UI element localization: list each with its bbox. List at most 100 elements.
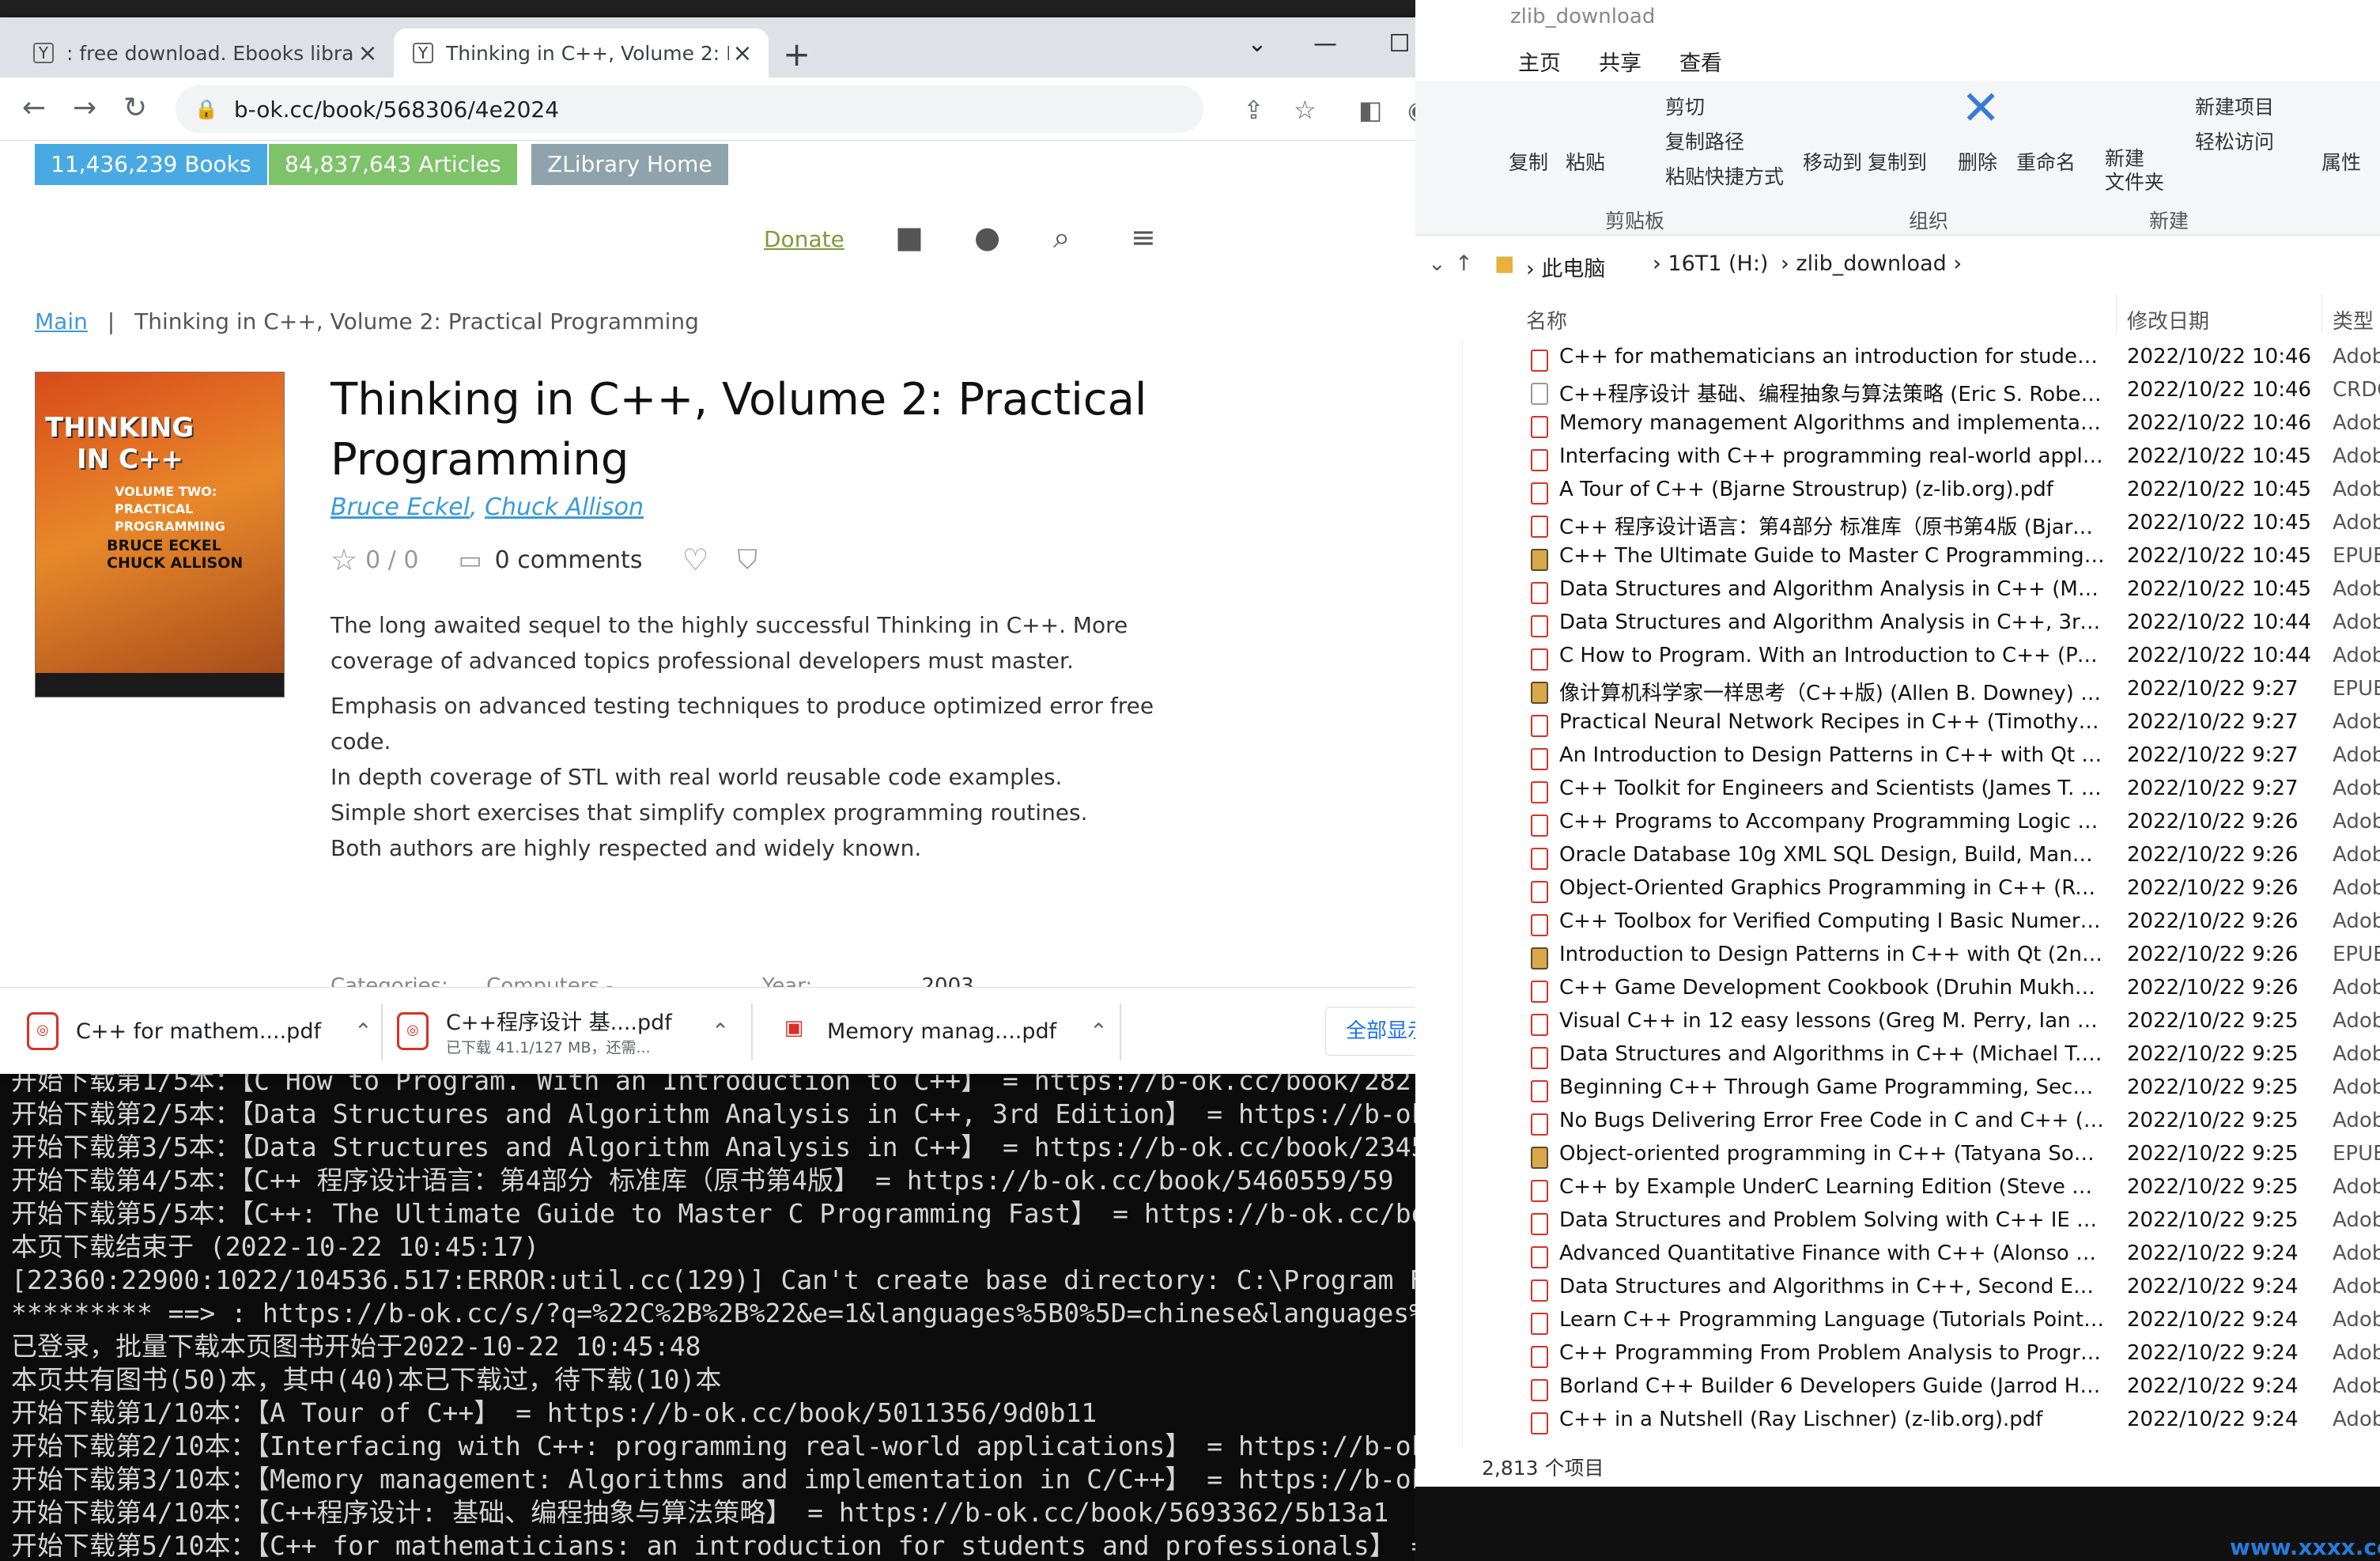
bookmark-star-icon[interactable]: ☆ [1294,95,1317,125]
close-tab-icon[interactable]: × [354,40,381,67]
tab-zlibrary-search[interactable]: Y : free download. Ebooks library × [14,28,394,77]
user-icon[interactable]: ● [974,220,1000,255]
rename-button[interactable]: 重命名 [2016,147,2076,176]
copy-button[interactable]: 复制 [1509,147,1548,176]
column-date-modified[interactable]: 修改日期 [2127,305,2209,334]
file-row[interactable]: C++ 程序设计语言：第4部分 标准库（原书第4版 (Bjarne Stro..… [1415,511,2380,544]
file-row[interactable]: 像计算机科学家一样思考（C++版) (Allen B. Downey) (z-l… [1415,677,2380,710]
new-item-button[interactable]: 新建项目 [2195,92,2274,120]
easy-access-button[interactable]: 轻松访问 [2195,127,2274,155]
cut-button[interactable]: 剪切 [1665,92,1705,120]
address-bar[interactable]: 🔒 b-ok.cc/book/568306/4e2024 [176,85,1203,133]
explorer-address-bar[interactable]: ⌄ ↑ ■ › 此电脑 › 16T1 (H:) › zlib_download … [1415,242,2380,288]
donate-link[interactable]: Donate [764,226,844,252]
move-to-button[interactable]: 移动到 [1803,147,1862,176]
file-row[interactable]: Visual C++ in 12 easy lessons (Greg M. P… [1415,1009,2380,1042]
ribbon-tab-home[interactable]: 主页 [1518,46,1561,77]
file-row[interactable]: C++ The Ultimate Guide to Master C Progr… [1415,544,2380,577]
download-item-in-progress[interactable]: ◎ C++程序设计 基....pdf 已下载 41.1/127 MB，还需...… [397,999,729,1064]
lock-icon[interactable]: 🔒 [195,98,218,120]
chevron-up-icon[interactable]: ⌃ [1090,1019,1108,1044]
breadcrumb-main-link[interactable]: Main [35,308,88,334]
back-icon[interactable]: ← [22,92,46,124]
bookmark-icon[interactable]: ⛉ [738,544,758,576]
categories-value[interactable]: Computers - [486,974,613,987]
reload-icon[interactable]: ↻ [123,92,147,124]
comments-count[interactable]: 0 comments [495,546,643,574]
heart-icon[interactable]: ♡ [682,542,708,577]
download-item[interactable]: ◎ C++ for mathem....pdf ⌃ [27,999,372,1064]
file-row[interactable]: Interfacing with C++ programming real-wo… [1415,444,2380,478]
chevron-down-icon[interactable]: ⌄ [1428,251,1446,276]
file-row[interactable]: Object-oriented programming in C++ (Taty… [1415,1142,2380,1175]
file-row[interactable]: Practical Neural Network Recipes in C++ … [1415,710,2380,743]
chevron-up-icon[interactable]: ⌃ [712,1019,730,1044]
file-row[interactable]: Learn C++ Programming Language (Tutorial… [1415,1308,2380,1341]
star-icon[interactable]: ☆ [331,542,357,577]
comment-icon[interactable]: ▭ [458,545,482,575]
new-tab-button[interactable]: + [783,35,810,74]
zlib-favicon-icon: Y [413,43,433,63]
new-folder-button[interactable]: 新建 文件夹 [2105,147,2164,195]
file-row[interactable]: An Introduction to Design Patterns in C+… [1415,743,2380,777]
file-row[interactable]: C++ Game Development Cookbook (Druhin Mu… [1415,976,2380,1009]
minimize-button[interactable]: — [1294,30,1357,58]
copy-to-button[interactable]: 复制到 [1868,147,1927,176]
file-row[interactable]: Memory management Algorithms and impleme… [1415,411,2380,444]
search-icon[interactable]: ⌕ [1053,220,1070,255]
paste-button[interactable]: 粘贴 [1566,147,1605,176]
books-count-badge[interactable]: 11,436,239 Books [35,144,267,185]
column-type[interactable]: 类型 [2333,305,2374,334]
file-row[interactable]: Introduction to Design Patterns in C++ w… [1415,943,2380,976]
file-row[interactable]: Advanced Quantitative Finance with C++ (… [1415,1242,2380,1275]
file-row[interactable]: Borland C++ Builder 6 Developers Guide (… [1415,1374,2380,1408]
paste-shortcut-button[interactable]: 粘贴快捷方式 [1665,161,1784,190]
delete-button[interactable]: 删除 [1958,147,1997,176]
file-row[interactable]: Data Structures and Algorithms in C++ (M… [1415,1042,2380,1075]
column-name[interactable]: 名称 [1526,305,1567,334]
file-row[interactable]: C++ Programs to Accompany Programming Lo… [1415,810,2380,843]
console-window[interactable]: 开始下载第1/5本：【C How to Program. With an Int… [0,1060,1415,1561]
side-panel-icon[interactable]: ◧ [1358,95,1382,125]
tab-search-chevron-icon[interactable]: ⌄ [1226,30,1289,58]
forward-icon[interactable]: → [73,92,96,124]
author-link[interactable]: Chuck Allison [485,493,644,521]
ribbon-tab-view[interactable]: 查看 [1679,46,1722,77]
file-row[interactable]: C++ by Example UnderC Learning Edition (… [1415,1175,2380,1208]
file-row[interactable]: No Bugs Delivering Error Free Code in C … [1415,1109,2380,1142]
properties-button[interactable]: 属性 [2321,147,2361,176]
download-item[interactable]: ▣ Memory manag....pdf ⌃ [778,999,1108,1064]
book-cover-image[interactable]: THINKING IN C++ VOLUME TWO: PRACTICAL PRO… [35,372,285,697]
path-segment[interactable]: › zlib_download › [1781,251,1962,276]
copy-path-button[interactable]: 复制路径 [1665,127,1744,155]
file-row[interactable]: Data Structures and Algorithms in C++, S… [1415,1275,2380,1308]
hamburger-menu-icon[interactable]: ≡ [1131,220,1156,255]
file-row[interactable]: C++ Toolbox for Verified Computing I Bas… [1415,909,2380,943]
file-row[interactable]: Data Structures and Algorithm Analysis i… [1415,610,2380,644]
author-link[interactable]: Bruce Eckel [331,493,470,521]
close-tab-icon[interactable]: × [729,40,756,67]
up-arrow-icon[interactable]: ↑ [1455,251,1473,276]
file-row[interactable]: C++ in a Nutshell (Ray Lischner) (z-lib.… [1415,1408,2380,1441]
file-row[interactable]: C How to Program. With an Introduction t… [1415,644,2380,677]
bag-icon[interactable]: ■ [895,220,924,255]
path-segment[interactable]: › 此电脑 [1526,251,1605,282]
path-segment[interactable]: › 16T1 (H:) [1653,251,1768,276]
file-row[interactable]: C++ Programming From Problem Analysis to… [1415,1341,2380,1374]
file-row[interactable]: Data Structures and Algorithm Analysis i… [1415,577,2380,610]
file-row[interactable]: C++程序设计 基础、编程抽象与算法策略 (Eric S. Roberts) (… [1415,378,2380,411]
file-row[interactable]: Beginning C++ Through Game Programming, … [1415,1075,2380,1109]
file-row[interactable]: C++ Toolkit for Engineers and Scientists… [1415,777,2380,810]
share-icon[interactable]: ⇪ [1243,95,1264,125]
pdf-file-icon [1531,848,1548,870]
file-row[interactable]: C++ for mathematicians an introduction f… [1415,345,2380,378]
articles-count-badge[interactable]: 84,837,643 Articles [269,144,517,185]
zlibrary-home-badge[interactable]: ZLibrary Home [531,144,728,185]
ribbon-tab-share[interactable]: 共享 [1599,46,1641,77]
file-row[interactable]: Data Structures and Problem Solving with… [1415,1208,2380,1242]
file-row[interactable]: Object-Oriented Graphics Programming in … [1415,876,2380,909]
file-row[interactable]: Oracle Database 10g XML SQL Design, Buil… [1415,843,2380,876]
chevron-up-icon[interactable]: ⌃ [354,1019,372,1044]
tab-thinking-in-cpp[interactable]: Y Thinking in C++, Volume 2: Pr × [394,28,769,77]
file-row[interactable]: A Tour of C++ (Bjarne Stroustrup) (z-lib… [1415,478,2380,511]
